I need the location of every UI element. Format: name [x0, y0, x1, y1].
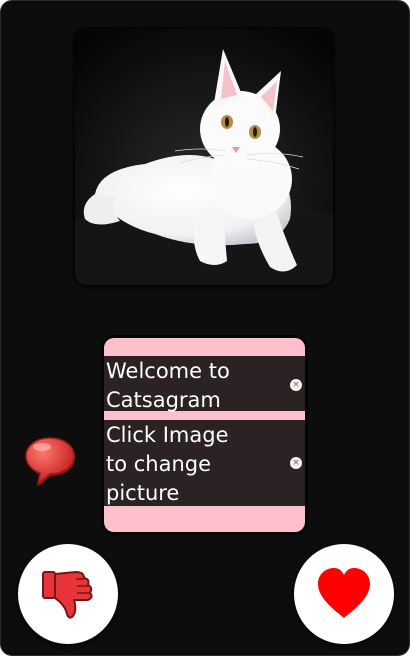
cat-photo — [75, 29, 333, 285]
close-icon[interactable]: × — [290, 457, 302, 469]
thumbs-down-icon — [42, 571, 93, 619]
cat-image-button[interactable] — [75, 29, 333, 285]
welcome-message: Welcome to Catsagram × — [104, 356, 305, 412]
instruction-message-text: Click Image to change picture — [106, 423, 229, 505]
dislike-button[interactable] — [18, 544, 118, 644]
like-button[interactable] — [294, 544, 394, 644]
message-panel: Welcome to Catsagram × Click Image to ch… — [104, 338, 305, 532]
heart-icon — [318, 568, 370, 618]
speech-bubble-icon[interactable] — [24, 434, 76, 486]
close-glyph: × — [292, 380, 300, 390]
close-glyph: × — [292, 458, 300, 468]
instruction-message: Click Image to change picture × — [104, 420, 305, 506]
welcome-message-text: Welcome to Catsagram — [106, 359, 230, 412]
catsagram-app: Welcome to Catsagram × Click Image to ch… — [0, 0, 410, 656]
close-icon[interactable]: × — [290, 379, 302, 391]
